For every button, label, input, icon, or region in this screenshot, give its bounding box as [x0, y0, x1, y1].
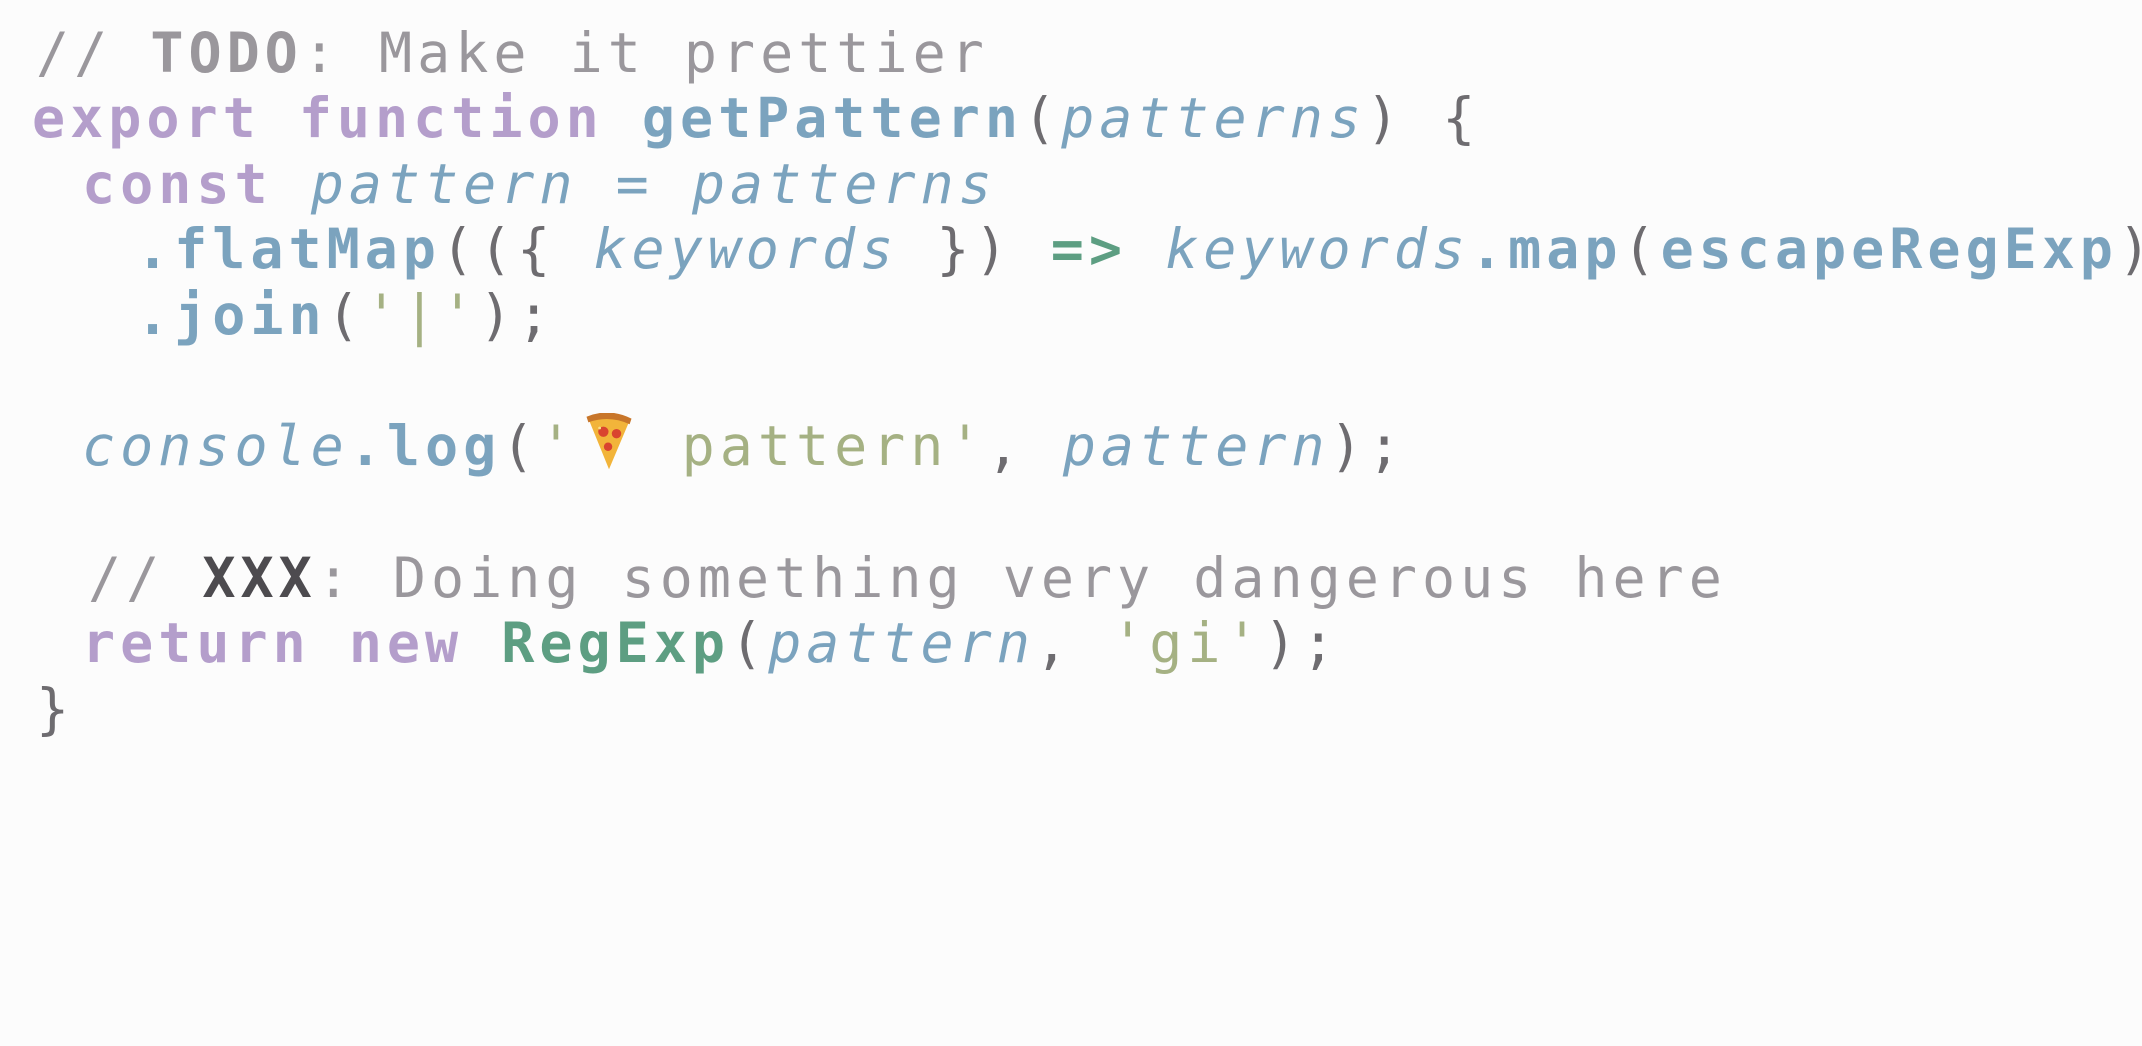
code-token-punct: , [986, 414, 1063, 478]
code-token-param: patterns [1061, 86, 1367, 150]
code-line-7[interactable]: console.log(' pattern', pattern); [82, 401, 1406, 491]
code-token-punct: ( [501, 414, 540, 478]
code-token-punct [1127, 217, 1165, 281]
code-token-cls: RegExp [501, 611, 730, 675]
code-token-param: console [82, 414, 349, 478]
code-token-param: keywords [593, 217, 899, 281]
code-editor[interactable]: // TODO: Make it prettier export function… [0, 0, 2142, 1046]
code-token-param: pattern [768, 611, 1035, 675]
code-line-5[interactable]: .join('|'); [136, 270, 555, 360]
code-token-param: keywords [1165, 217, 1470, 281]
code-token-punct: }) [898, 217, 1051, 281]
code-token-punct: ( [1022, 86, 1062, 150]
code-token-param: pattern [1062, 414, 1330, 478]
code-line-11[interactable]: } [36, 664, 74, 754]
code-token-arrow: => [1050, 217, 1127, 281]
code-token-punct: ) { [1366, 86, 1481, 150]
code-token-str: 'gi' [1111, 611, 1264, 675]
code-token-fn: escapeRegExp [1660, 217, 2118, 281]
code-token-punct: ); [1329, 414, 1406, 478]
code-token-str: '|' [364, 283, 480, 347]
code-token-punct [463, 611, 501, 675]
code-token-punct: )) [2118, 217, 2142, 281]
code-token-fn: .join [136, 283, 327, 347]
code-token-punct [311, 611, 349, 675]
code-token-punct: } [36, 677, 75, 741]
code-line-10[interactable]: return new RegExp(pattern, 'gi'); [82, 598, 1340, 688]
code-token-fn: .map [1469, 217, 1623, 281]
code-token-punct: ( [1622, 217, 1661, 281]
code-token-punct: ( [729, 611, 769, 675]
pizza-icon [578, 413, 644, 473]
code-token-str: pattern' [643, 414, 987, 478]
code-token-punct: , [1034, 611, 1112, 675]
code-token-punct: ( [326, 283, 365, 347]
code-token-str: ' [539, 414, 578, 478]
code-token-punct: ); [479, 283, 556, 347]
code-token-fn: .log [348, 414, 502, 478]
code-token-punct: ); [1263, 611, 1340, 675]
code-token-kw: return [82, 611, 311, 675]
code-token-kw: new [348, 611, 464, 675]
